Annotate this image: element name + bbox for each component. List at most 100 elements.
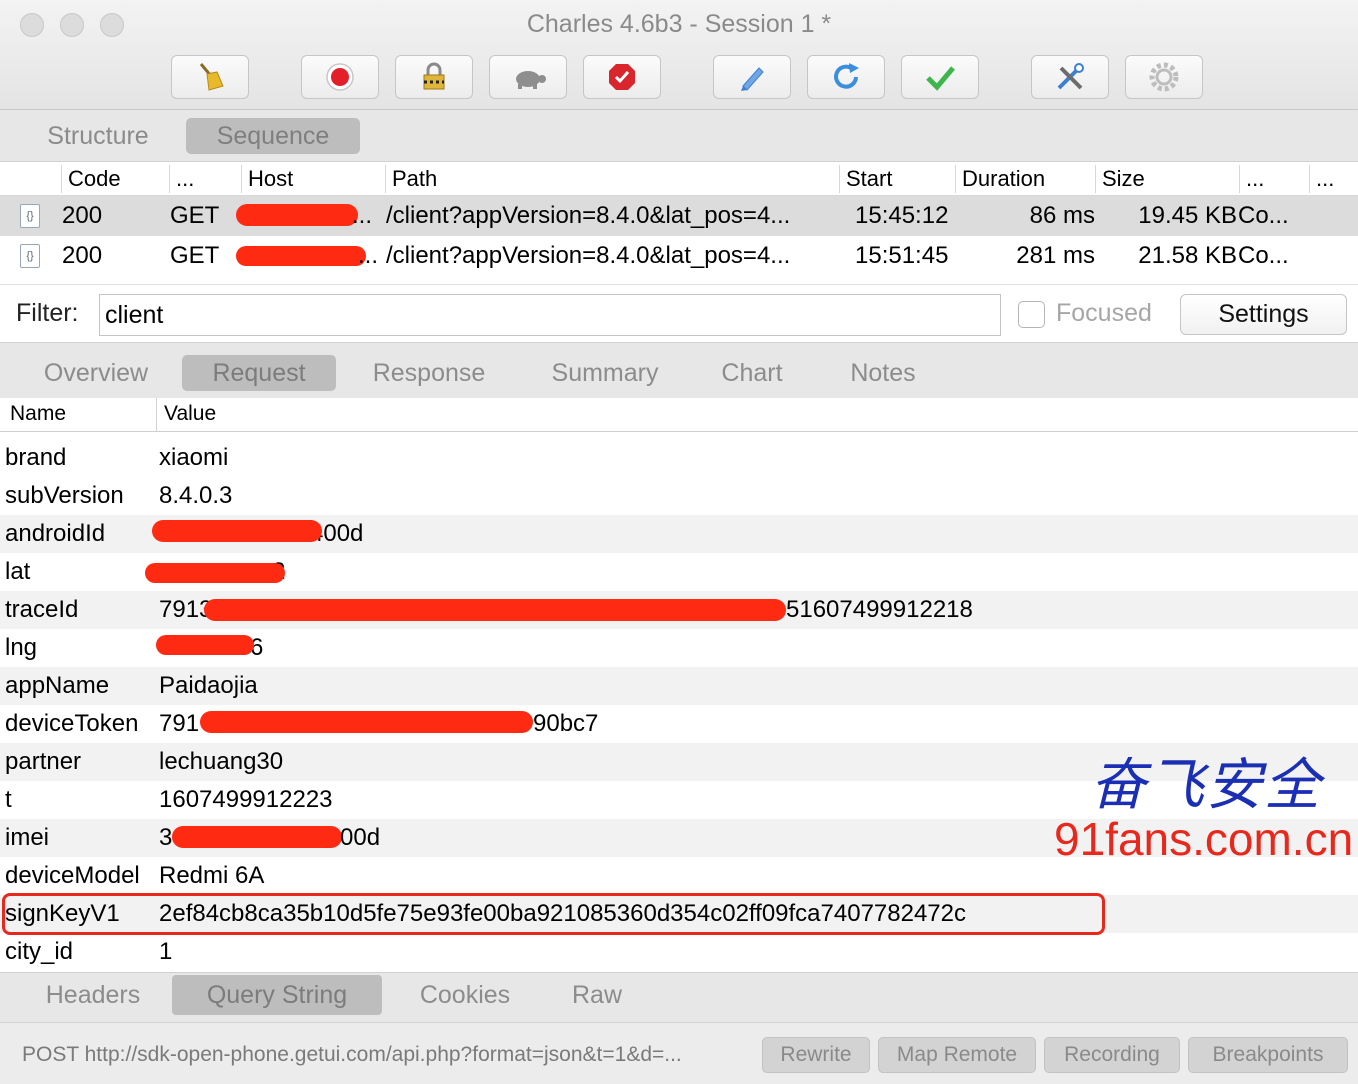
map-remote-button[interactable]: Map Remote <box>878 1037 1036 1073</box>
compose-button[interactable] <box>713 55 791 99</box>
redaction-mark <box>156 635 254 655</box>
settings-toolbar-button[interactable] <box>1125 55 1203 99</box>
filter-settings-button[interactable]: Settings <box>1180 294 1347 335</box>
row-start: 15:51:45 <box>855 242 949 269</box>
row-code: 200 <box>62 202 103 229</box>
highlight-annotation <box>2 893 1105 935</box>
table-row[interactable]: brand xiaomi <box>0 439 1358 477</box>
param-name: t <box>5 786 12 813</box>
param-value: 1607499912223 <box>159 786 333 813</box>
breakpoints-button[interactable] <box>583 55 661 99</box>
table-row[interactable]: subVersion 8.4.0.3 <box>0 477 1358 515</box>
tab-response[interactable]: Response <box>356 355 502 391</box>
tab-summary[interactable]: Summary <box>534 355 676 391</box>
throttling-button[interactable] <box>489 55 567 99</box>
column-name[interactable]: Name <box>10 402 66 426</box>
table-row[interactable]: lng 6 <box>0 629 1358 667</box>
tab-query-string[interactable]: Query String <box>172 975 382 1015</box>
redaction-mark <box>152 520 322 542</box>
settings-gear-icon <box>1149 62 1179 92</box>
param-value: 791 <box>159 710 200 737</box>
focused-label: Focused <box>1056 299 1152 327</box>
filter-label: Filter: <box>16 299 79 327</box>
tab-headers[interactable]: Headers <box>26 975 160 1015</box>
json-document-icon: {} <box>20 204 40 228</box>
broom-icon <box>199 63 224 91</box>
row-size: 21.58 KB <box>1138 242 1237 269</box>
param-value: lechuang30 <box>159 748 284 775</box>
breakpoint-stop-icon <box>609 64 635 90</box>
param-value: 1 <box>159 938 173 965</box>
row-duration: 86 ms <box>1029 202 1095 229</box>
column-code[interactable]: Code <box>61 165 167 193</box>
column-more[interactable]: ... <box>1309 165 1358 193</box>
param-value: 3 <box>159 824 173 851</box>
tab-sequence[interactable]: Sequence <box>186 118 360 154</box>
recording-button[interactable]: Recording <box>1044 1037 1180 1073</box>
table-row[interactable]: {} 200 GET ... /client?appVersion=8.4.0&… <box>0 236 1358 276</box>
column-method[interactable]: ... <box>169 165 239 193</box>
compose-pen-icon <box>741 67 764 91</box>
param-value: Paidaojia <box>159 672 258 699</box>
redaction-mark <box>236 204 358 226</box>
window-title: Charles 4.6b3 - Session 1 * <box>526 10 832 38</box>
column-start[interactable]: Start <box>839 165 953 193</box>
param-value-tail: 90bc7 <box>533 710 599 737</box>
tab-structure[interactable]: Structure <box>30 118 166 154</box>
redaction-mark <box>236 246 366 266</box>
record-button[interactable] <box>301 55 379 99</box>
column-value[interactable]: Value <box>164 402 216 426</box>
column-extra[interactable]: ... <box>1239 165 1307 193</box>
table-row[interactable]: lat 2 <box>0 553 1358 591</box>
row-duration: 281 ms <box>1016 242 1095 269</box>
validate-check-icon <box>926 66 955 91</box>
row-start: 15:45:12 <box>855 202 949 229</box>
status-bar: POST http://sdk-open-phone.getui.com/api… <box>0 1022 1358 1084</box>
filter-bar: Filter: Focused Settings <box>0 284 1358 342</box>
param-name: partner <box>5 748 82 775</box>
table-row[interactable]: {} 200 GET ... /client?appVersion=8.4.0&… <box>0 196 1358 236</box>
param-value: Redmi 6A <box>159 862 265 889</box>
ssl-proxying-button[interactable] <box>395 55 473 99</box>
breakpoints-status-button[interactable]: Breakpoints <box>1188 1037 1348 1073</box>
row-size: 19.45 KB <box>1138 202 1237 229</box>
rewrite-button[interactable]: Rewrite <box>762 1037 870 1073</box>
param-value-tail: 51607499912218 <box>786 596 973 623</box>
tab-overview[interactable]: Overview <box>30 355 162 391</box>
param-value-tail: 00d <box>340 824 381 851</box>
column-duration[interactable]: Duration <box>955 165 1093 193</box>
column-size[interactable]: Size <box>1095 165 1237 193</box>
tab-raw[interactable]: Raw <box>558 975 636 1015</box>
row-extra: Co... <box>1238 202 1289 229</box>
validate-button[interactable] <box>901 55 979 99</box>
redaction-mark <box>200 711 533 733</box>
column-host[interactable]: Host <box>241 165 383 193</box>
clear-session-button[interactable] <box>171 55 249 99</box>
param-value: 8.4.0.3 <box>159 482 233 509</box>
table-row[interactable]: androidId 400d <box>0 515 1358 553</box>
repeat-button[interactable] <box>807 55 885 99</box>
tools-button[interactable] <box>1031 55 1109 99</box>
row-method: GET <box>170 242 220 269</box>
filter-input[interactable] <box>99 294 1001 336</box>
row-host: ... <box>358 242 379 269</box>
param-name: city_id <box>5 938 74 965</box>
column-path[interactable]: Path <box>385 165 837 193</box>
throttle-turtle-icon <box>516 71 546 89</box>
table-row[interactable]: traceId 7913 51607499912218 <box>0 591 1358 629</box>
focused-checkbox[interactable] <box>1018 301 1045 328</box>
status-text: POST http://sdk-open-phone.getui.com/api… <box>22 1043 682 1066</box>
tab-chart[interactable]: Chart <box>706 355 798 391</box>
json-document-icon: {} <box>20 244 40 268</box>
param-value: xiaomi <box>159 444 229 471</box>
tab-request[interactable]: Request <box>182 355 336 391</box>
tab-notes[interactable]: Notes <box>834 355 932 391</box>
param-name: androidId <box>5 520 106 547</box>
table-row[interactable]: city_id 1 <box>0 933 1358 971</box>
tab-cookies[interactable]: Cookies <box>400 975 530 1015</box>
table-row[interactable]: appName Paidaojia <box>0 667 1358 705</box>
ssl-lock-icon <box>423 62 445 90</box>
table-row[interactable]: deviceToken 791 90bc7 <box>0 705 1358 743</box>
watermark-url: 91fans.com.cn <box>1054 813 1354 865</box>
row-path: /client?appVersion=8.4.0&lat_pos=4... <box>386 202 791 229</box>
